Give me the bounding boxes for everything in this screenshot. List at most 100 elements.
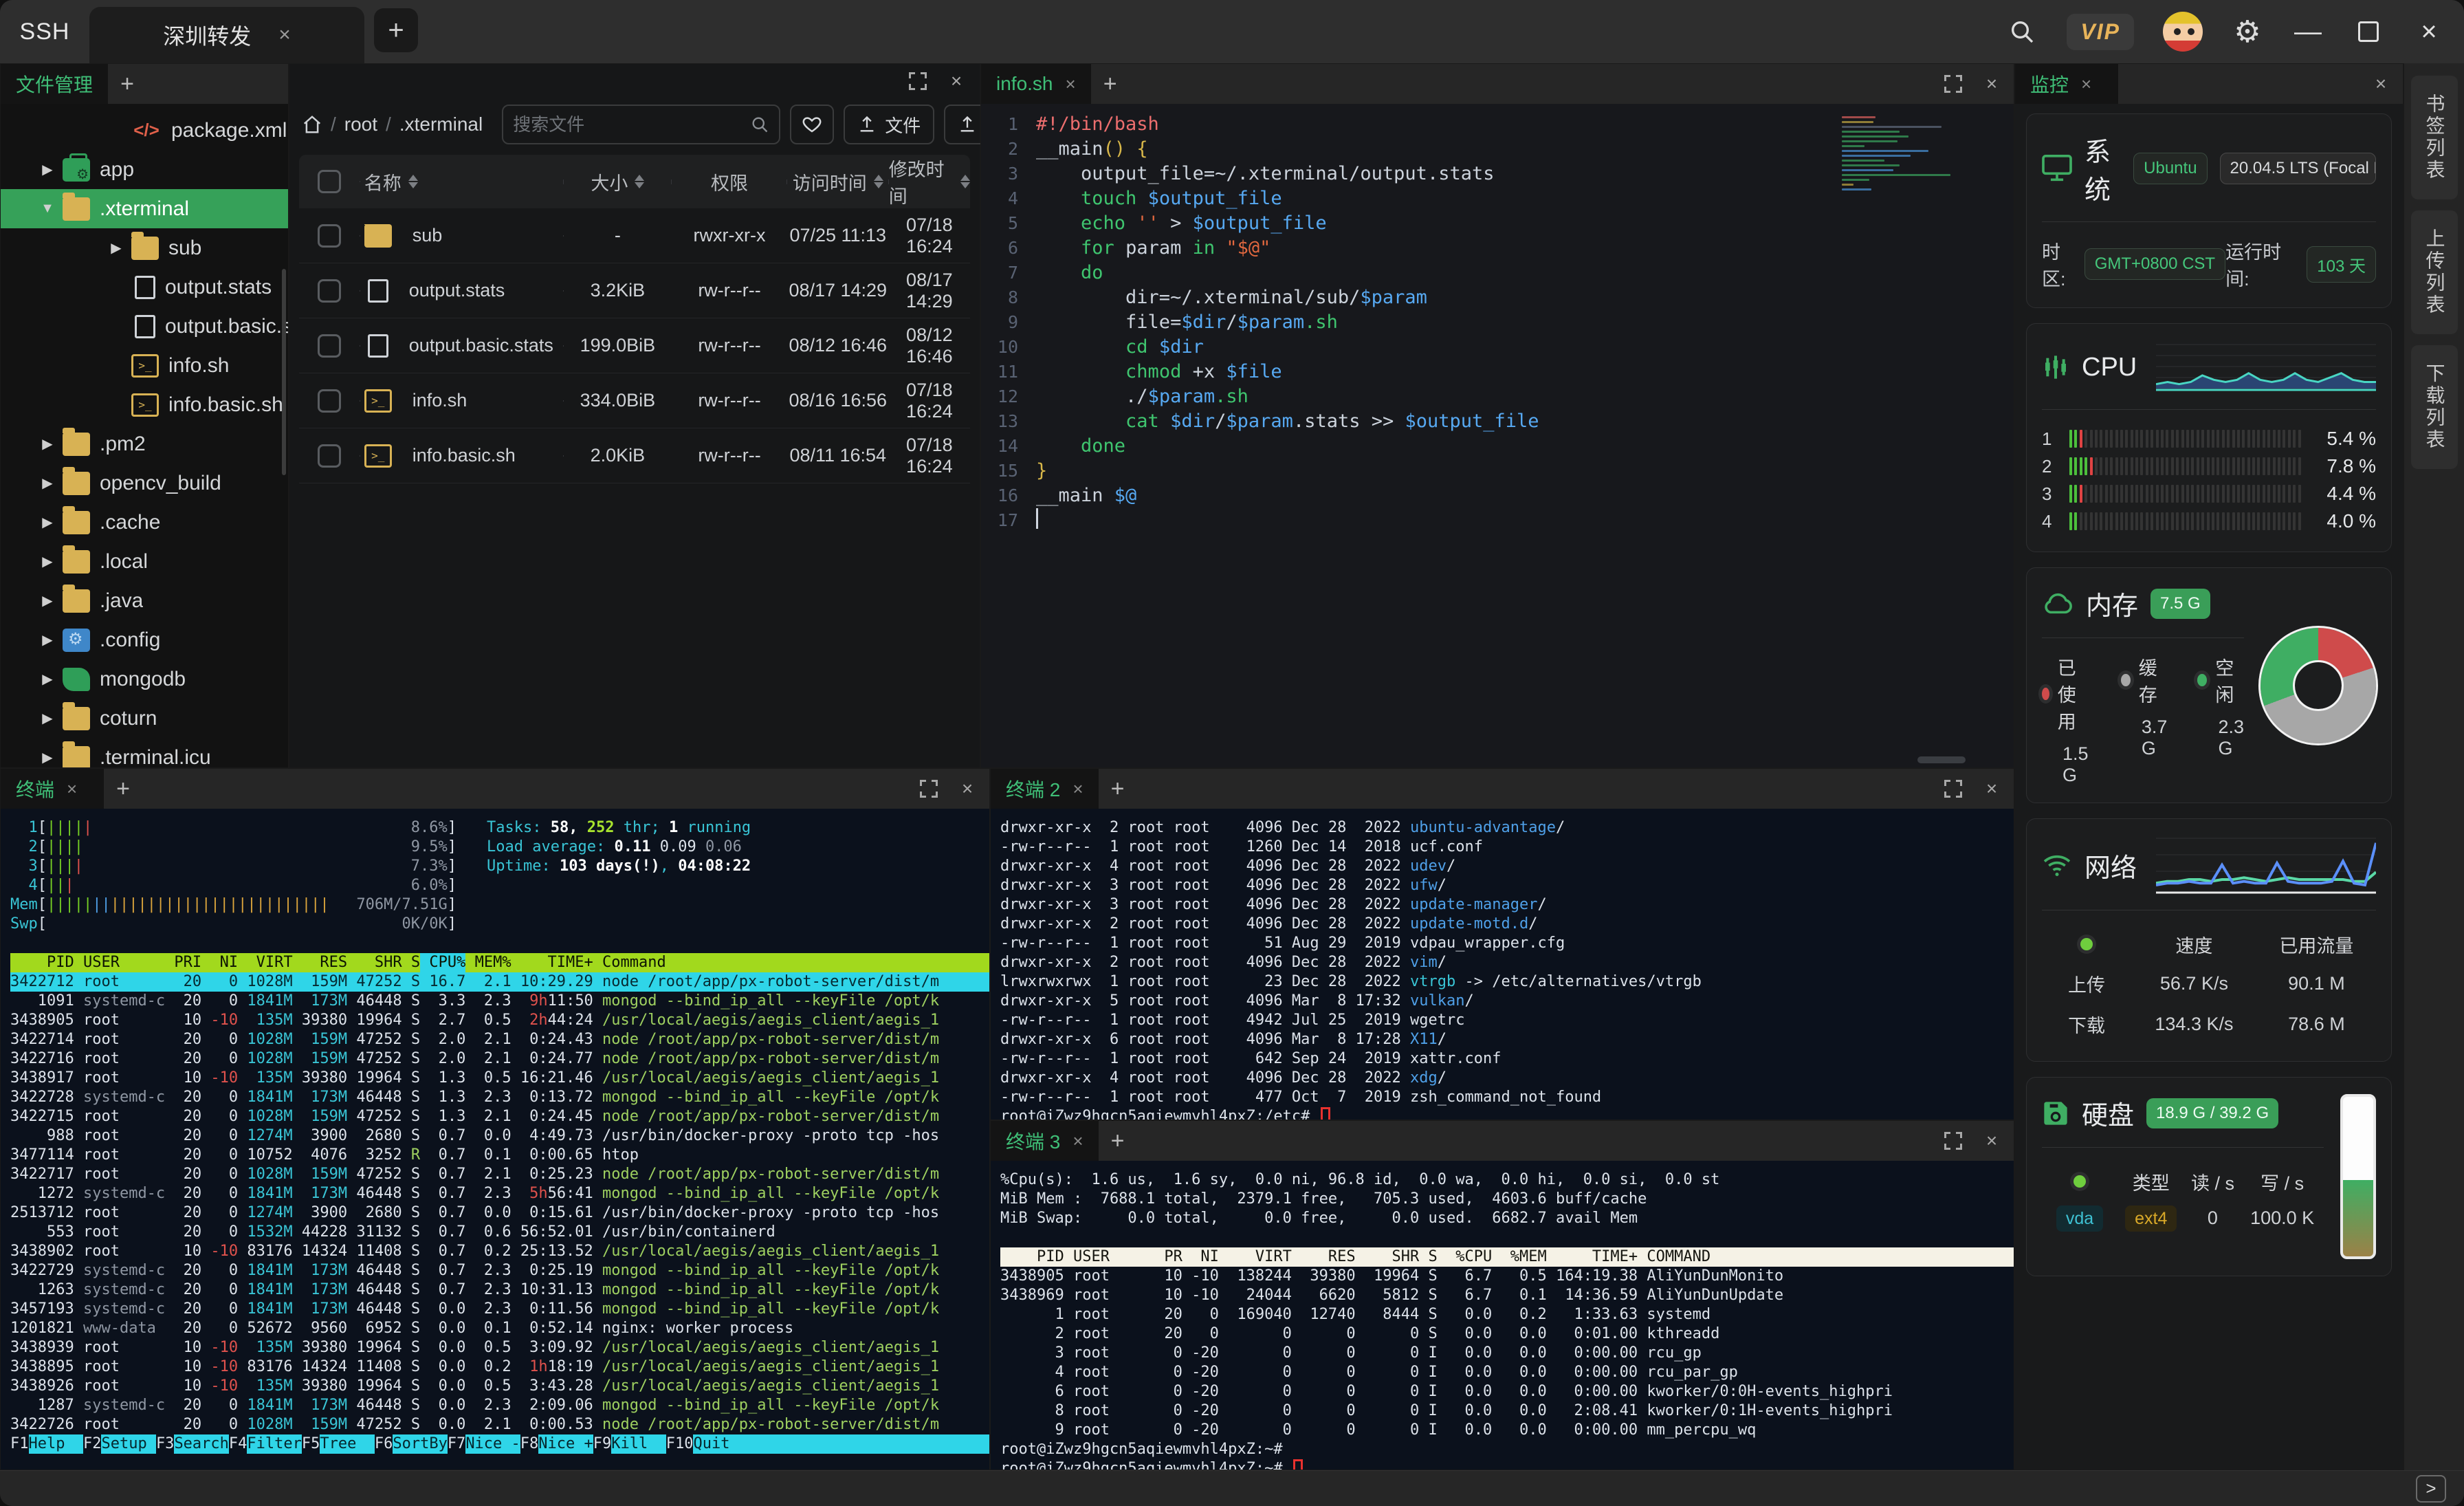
new-session-button[interactable]: + xyxy=(374,8,418,52)
tab-terminal2[interactable]: 终端 2 × xyxy=(991,769,1099,809)
tree-item-info.sh[interactable]: >_ info.sh xyxy=(1,346,288,385)
terminal1[interactable]: 1[||||| 8.6%] 2[|||| 9.5%] 3[|||| 7.3%] 4[|… xyxy=(1,809,989,1470)
monitor-close-icon[interactable]: × xyxy=(2368,72,2393,96)
terminal2-expand-icon[interactable] xyxy=(1941,776,1966,801)
close-window-button[interactable]: × xyxy=(2413,16,2445,47)
chevron-right-icon[interactable]: ▶ xyxy=(32,435,63,452)
search-icon[interactable] xyxy=(750,115,769,134)
terminal3-add-tab-button[interactable]: + xyxy=(1099,1121,1137,1161)
file-row-info.basic.sh[interactable]: >_ info.basic.sh 2.0KiB rw-r--r-- 08/11 16:5… xyxy=(299,428,970,483)
terminal1-expand-icon[interactable] xyxy=(916,776,941,801)
tree-item-mongodb[interactable]: ▶ mongodb xyxy=(1,659,288,699)
row-checkbox[interactable] xyxy=(318,334,342,358)
file-manager-add-tab-button[interactable]: + xyxy=(108,64,146,104)
file-browser-close-icon[interactable]: × xyxy=(944,69,969,94)
terminal3[interactable]: %Cpu(s): 1.6 us, 1.6 sy, 0.0 ni, 96.8 id… xyxy=(991,1161,2014,1470)
chevron-right-icon[interactable]: ▶ xyxy=(101,239,131,257)
tree-item-.pm2[interactable]: ▶ .pm2 xyxy=(1,424,288,463)
tab-file-manager[interactable]: 文件管理 xyxy=(1,64,109,104)
breadcrumb-dir[interactable]: .xterminal xyxy=(399,113,483,135)
upload-file-button[interactable]: 文件 xyxy=(844,105,935,144)
file-row-output.basic.stats[interactable]: output.basic.stats 199.0BiB rw-r--r-- 08/12… xyxy=(299,318,970,373)
chevron-right-icon[interactable]: ▶ xyxy=(32,670,63,688)
editor-tab-close-icon[interactable]: × xyxy=(1066,74,1076,95)
tab-monitor[interactable]: 监控 × xyxy=(2015,64,2118,104)
tree-item-coturn[interactable]: ▶ coturn xyxy=(1,699,288,738)
sort-icon[interactable] xyxy=(408,175,418,188)
search-icon[interactable] xyxy=(2006,16,2038,47)
tab-upload-list[interactable]: 上传列表 xyxy=(2410,210,2458,334)
chevron-right-icon[interactable]: ▶ xyxy=(32,474,63,492)
tab-terminal1[interactable]: 终端 × xyxy=(1,769,104,809)
terminal3-tab-close-icon[interactable]: × xyxy=(1072,1131,1083,1152)
session-tab[interactable]: 深圳转发 × xyxy=(89,7,364,63)
terminal1-close-icon[interactable]: × xyxy=(955,776,980,801)
select-all-checkbox[interactable] xyxy=(318,170,342,193)
chevron-right-icon[interactable]: ▶ xyxy=(32,592,63,609)
sort-icon[interactable] xyxy=(960,175,970,188)
code-editor[interactable]: 1 #!/bin/bash 2 __main() {3 output_file=~/.… xyxy=(981,104,2014,767)
gear-icon[interactable]: ⚙ xyxy=(2232,15,2263,49)
column-mtime[interactable]: 修改时间 xyxy=(889,155,970,208)
tree-item-.cache[interactable]: ▶ .cache xyxy=(1,503,288,542)
chevron-right-icon[interactable]: > xyxy=(2416,1474,2446,1503)
app-menu-button[interactable]: SSH xyxy=(0,0,89,63)
sort-icon[interactable] xyxy=(873,175,883,188)
tree-item-info.basic.sh[interactable]: >_ info.basic.sh xyxy=(1,385,288,424)
chevron-right-icon[interactable]: ▶ xyxy=(32,553,63,570)
terminal2[interactable]: drwxr-xr-x 2 root root 4096 Dec 28 2022 … xyxy=(991,809,2014,1120)
row-checkbox[interactable] xyxy=(318,223,342,248)
terminal2-close-icon[interactable]: × xyxy=(1979,776,2004,801)
tree-item-output.basic.stats[interactable]: output.basic.stats xyxy=(1,307,288,346)
breadcrumb-root[interactable]: root xyxy=(344,113,377,135)
terminal3-expand-icon[interactable] xyxy=(1941,1128,1966,1153)
minimize-button[interactable]: — xyxy=(2292,16,2324,47)
tree-item-.terminal.icu[interactable]: ▶ .terminal.icu xyxy=(1,738,288,767)
tree-item-output.stats[interactable]: output.stats xyxy=(1,268,288,307)
column-size[interactable]: 大小 xyxy=(564,168,672,195)
terminal2-add-tab-button[interactable]: + xyxy=(1099,769,1137,809)
maximize-button[interactable] xyxy=(2353,16,2384,47)
tab-terminal3[interactable]: 终端 3 × xyxy=(991,1121,1099,1161)
chevron-right-icon[interactable]: ▶ xyxy=(32,631,63,648)
session-tab-close-icon[interactable]: × xyxy=(278,23,291,47)
file-browser-expand-icon[interactable] xyxy=(905,69,930,94)
row-checkbox[interactable] xyxy=(318,279,342,303)
editor-expand-icon[interactable] xyxy=(1941,72,1966,96)
tab-download-list[interactable]: 下载列表 xyxy=(2410,345,2458,469)
file-row-output.stats[interactable]: output.stats 3.2KiB rw-r--r-- 08/17 14:29 08… xyxy=(299,263,970,318)
htop-fkey-bar[interactable]: F1 Help F2 Setup F3 Search F4 Filter F5 Tree F6… xyxy=(10,1434,989,1454)
editor-minimap[interactable] xyxy=(1842,116,1959,198)
tree-item-.xterminal[interactable]: ▼ .xterminal xyxy=(1,189,288,228)
editor-add-tab-button[interactable]: + xyxy=(1091,64,1130,104)
tab-info-sh[interactable]: info.sh × xyxy=(981,64,1091,104)
monitor-tab-close-icon[interactable]: × xyxy=(2081,74,2091,95)
sort-icon[interactable] xyxy=(635,175,645,188)
chevron-right-icon[interactable]: ▶ xyxy=(32,161,63,178)
favorite-button[interactable] xyxy=(790,105,835,144)
terminal1-add-tab-button[interactable]: + xyxy=(104,769,142,809)
tree-item-opencv_build[interactable]: ▶ opencv_build xyxy=(1,463,288,503)
tree-item-.java[interactable]: ▶ .java xyxy=(1,581,288,620)
file-row-info.sh[interactable]: >_ info.sh 334.0BiB rw-r--r-- 08/16 16:56 07/… xyxy=(299,373,970,428)
terminal1-tab-close-icon[interactable]: × xyxy=(67,778,77,800)
editor-hscrollbar[interactable] xyxy=(1917,756,1966,763)
file-row-sub[interactable]: sub - rwxr-xr-x 07/25 11:13 07/18 16:24 xyxy=(299,208,970,263)
home-icon[interactable] xyxy=(302,114,322,135)
chevron-down-icon[interactable]: ▼ xyxy=(32,201,63,217)
column-atime[interactable]: 访问时间 xyxy=(787,168,889,195)
vip-badge[interactable]: VIP xyxy=(2067,13,2134,50)
tree-item-app[interactable]: ▶ app xyxy=(1,150,288,189)
row-checkbox[interactable] xyxy=(318,389,342,413)
tree-item-package.xml[interactable]: </> package.xml xyxy=(1,111,288,150)
tree-scrollbar[interactable] xyxy=(282,269,286,475)
row-checkbox[interactable] xyxy=(318,444,342,468)
chevron-right-icon[interactable]: ▶ xyxy=(32,710,63,727)
editor-close-icon[interactable]: × xyxy=(1979,72,2004,96)
column-perm[interactable]: 权限 xyxy=(672,168,787,195)
chevron-right-icon[interactable]: ▶ xyxy=(32,514,63,531)
terminal2-tab-close-icon[interactable]: × xyxy=(1072,778,1083,800)
column-name[interactable]: 名称 xyxy=(360,168,564,195)
search-input[interactable] xyxy=(513,113,744,135)
avatar[interactable] xyxy=(2163,12,2203,52)
